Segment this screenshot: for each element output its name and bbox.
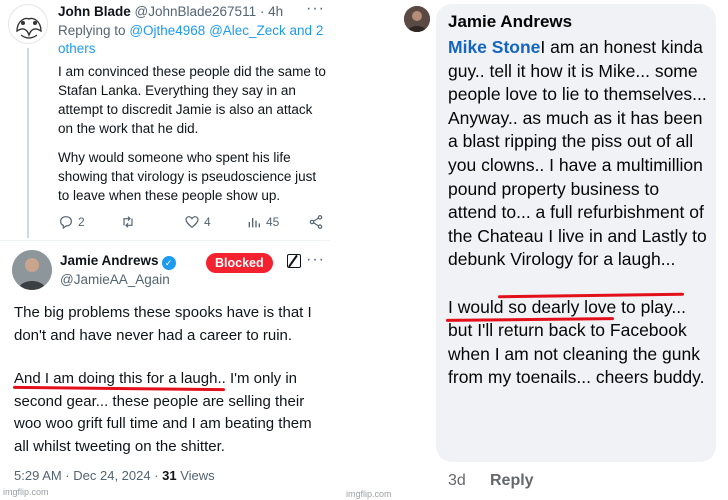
tweet2-header: Jamie Andrews ✓ [60, 253, 176, 270]
profile-photo-icon [404, 6, 430, 32]
views-action[interactable]: 45 [246, 214, 279, 230]
fb-mention-link[interactable]: Mike Stone [448, 37, 540, 57]
profile-photo-icon [12, 250, 52, 290]
tweet1-action-bar: 2 4 45 [58, 214, 328, 234]
fb-reply-button[interactable]: Reply [490, 472, 534, 490]
imgflip-watermark-left: imgflip.com [3, 487, 49, 497]
thread-connector-line [27, 48, 29, 238]
tweet1-more-icon[interactable]: ··· [306, 0, 325, 18]
facebook-panel: Jamie Andrews Mike StoneI am an honest k… [346, 0, 728, 500]
tweet2-more-icon[interactable]: ··· [306, 251, 325, 269]
share-icon [309, 215, 323, 229]
avatar-john-blade[interactable] [8, 4, 48, 44]
tweet1-text-paragraph-1: I am convinced these people did the same… [58, 64, 326, 136]
tweet1-replying-to: Replying to @Ojthe4968 @Alec_Zeck and 2 … [58, 22, 326, 58]
reply-action[interactable]: 2 [58, 214, 85, 230]
fb-avatar[interactable] [404, 6, 430, 32]
fb-comment-part1: I am an honest kinda guy.. tell it how i… [448, 37, 707, 246]
view-count: 45 [266, 215, 280, 229]
blocked-button[interactable]: Blocked [206, 253, 273, 273]
comment-bubble: Jamie Andrews Mike StoneI am an honest k… [436, 4, 716, 462]
tweet1-header: John Blade @JohnBlade267511 · 4h [58, 4, 283, 19]
tweet2-author-name[interactable]: Jamie Andrews [60, 253, 159, 268]
tweet1-text-paragraph-2: Why would someone who spent his life sho… [58, 150, 317, 203]
reply-icon [60, 216, 72, 230]
tweet1-time[interactable]: · 4h [260, 4, 283, 19]
fb-comment-time[interactable]: 3d [448, 472, 466, 490]
fb-comment-part2: I would so dearly love to play... but I'… [448, 296, 705, 388]
tweet2-underlined-phrase: And I am doing this for a laugh [14, 370, 218, 387]
analytics-icon [248, 218, 260, 228]
retweet-icon [123, 216, 133, 228]
imgflip-watermark-right: imgflip.com [346, 489, 392, 499]
avatar-jamie-andrews[interactable] [12, 250, 52, 290]
retweet-action[interactable] [120, 214, 140, 230]
share-action[interactable] [308, 214, 324, 230]
like-action[interactable]: 4 [184, 214, 211, 230]
like-count: 4 [204, 215, 211, 229]
replying-to-label: Replying to [58, 23, 126, 38]
tweet1-author-name[interactable]: John Blade [58, 4, 131, 19]
reply-count: 2 [78, 215, 85, 229]
tweet2-text-paragraph-2: And I am doing this for a laugh.. I'm on… [14, 368, 328, 458]
grok-icon[interactable] [287, 254, 301, 268]
heart-icon [185, 216, 199, 229]
tweet-divider [0, 240, 330, 241]
bird-logo-icon [16, 17, 42, 39]
fb-comment-author[interactable]: Jamie Andrews [448, 12, 572, 32]
tweet2-timestamp: 5:29 AM · Dec 24, 2024 · 31 Views [14, 468, 215, 483]
verified-badge-icon: ✓ [161, 256, 176, 270]
tweet2-text-paragraph-1: The big problems these spooks have is th… [14, 304, 312, 344]
twitter-panel: John Blade @JohnBlade267511 · 4h ··· Rep… [0, 0, 330, 500]
tweet2-views-label: Views [176, 468, 215, 483]
fb-comment-text: Mike StoneI am an honest kinda guy.. tel… [448, 36, 710, 390]
tweet2-views-count: 31 [162, 468, 177, 483]
tweet1-author-handle[interactable]: @JohnBlade267511 [135, 4, 257, 19]
tweet2-author-handle[interactable]: @JamieAA_Again [60, 272, 170, 287]
tweet2-timestamp-text[interactable]: 5:29 AM · Dec 24, 2024 · [14, 468, 162, 483]
